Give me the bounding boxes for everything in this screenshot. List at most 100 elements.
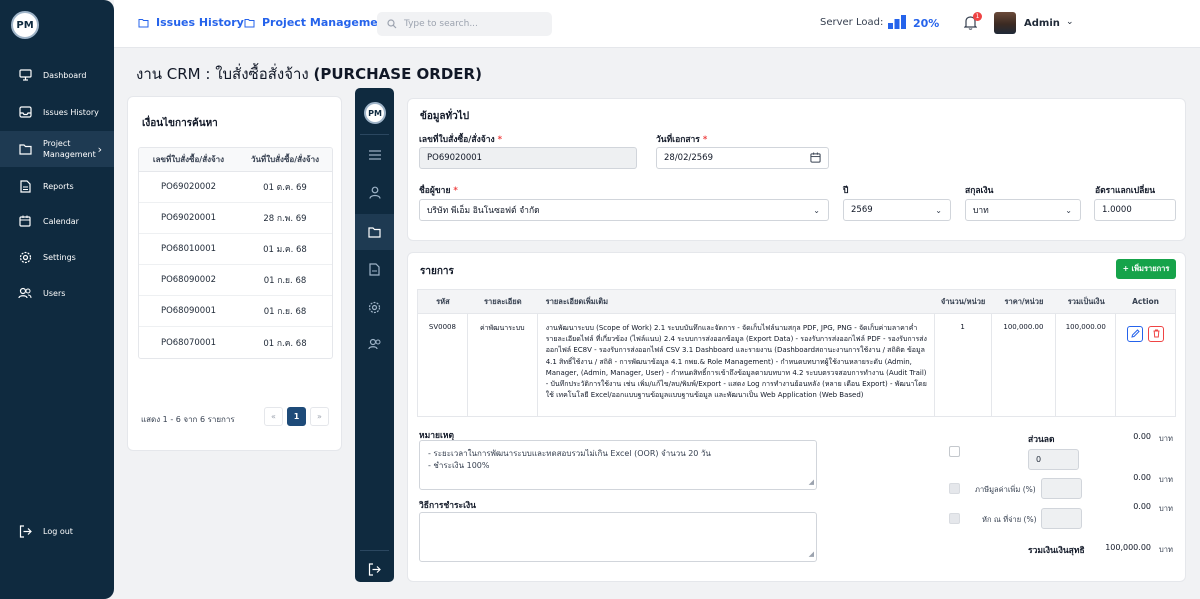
- net-total-label: รวมเงินเงินสุทธิ: [1028, 546, 1085, 556]
- app-logo[interactable]: PM: [11, 11, 39, 39]
- rail-logo[interactable]: PM: [364, 102, 386, 124]
- search-panel-title: เงื่อนไขการค้นหา: [142, 118, 218, 129]
- breadcrumb-issues-history[interactable]: Issues History: [138, 16, 244, 29]
- sidebar-item-project-management[interactable]: Project Management ›: [0, 131, 114, 167]
- trash-icon: [1152, 329, 1161, 340]
- pagination-summary: แสดง 1 - 6 จาก 6 รายการ: [141, 415, 235, 424]
- folder-icon: [18, 142, 32, 156]
- po-no-field[interactable]: PO69020001: [419, 147, 637, 169]
- users-icon: [18, 286, 32, 300]
- logout-button[interactable]: Log out: [0, 513, 114, 549]
- column-header-po-date: วันที่ใบสั่งซื้อ/สั่งจ้าง: [250, 155, 319, 164]
- sidebar-item-dashboard[interactable]: Dashboard: [0, 57, 114, 93]
- column-header-code: รหัส: [436, 296, 450, 306]
- vat-amount: 0.00: [1133, 473, 1151, 482]
- po-no: PO69020001: [160, 213, 217, 223]
- logout-label: Log out: [43, 526, 73, 536]
- calendar-icon[interactable]: [810, 152, 821, 166]
- doc-date-field[interactable]: 28/02/2569: [656, 147, 829, 169]
- pagination-prev-button[interactable]: «: [264, 407, 283, 426]
- discount-input[interactable]: 0: [1028, 449, 1079, 470]
- currency-unit: บาท: [1159, 545, 1173, 554]
- calendar-icon: [18, 214, 32, 228]
- search-input[interactable]: Type to search...: [377, 12, 552, 36]
- sidebar-item-users[interactable]: Users: [0, 275, 114, 311]
- column-header-qty: จำนวน/หน่วย: [940, 296, 986, 306]
- chevron-down-icon: ⌄: [813, 205, 820, 215]
- po-date: 28 ก.พ. 69: [263, 214, 307, 224]
- breadcrumb-project-management[interactable]: Project Management: [244, 16, 391, 29]
- server-load-value: 20%: [913, 17, 940, 30]
- label-line-2: Management: [43, 150, 96, 159]
- table-row[interactable]: PO68090001 01 ก.ย. 68: [139, 296, 332, 327]
- doc-date-value: 28/02/2569: [664, 153, 713, 163]
- payment-method-textarea[interactable]: ◢: [419, 512, 817, 562]
- table-row[interactable]: PO69020001 28 ก.พ. 69: [139, 203, 332, 234]
- table-header: เลขที่ใบสั่งซื้อ/สั่งจ้าง วันที่ใบสั่งซื…: [139, 148, 332, 172]
- user-icon[interactable]: [355, 174, 394, 210]
- folder-icon: [244, 18, 255, 28]
- edit-button[interactable]: [1127, 326, 1144, 342]
- pagination-next-button[interactable]: »: [310, 407, 329, 426]
- wht-checkbox[interactable]: [949, 513, 960, 524]
- delete-button[interactable]: [1148, 326, 1165, 342]
- add-item-button[interactable]: + เพิ่มรายการ: [1116, 259, 1176, 279]
- resize-handle-icon[interactable]: ◢: [809, 476, 814, 488]
- item-qty: 1: [935, 314, 992, 417]
- item-total: 100,000.00: [1056, 314, 1117, 417]
- breadcrumb-label: Project Management: [262, 16, 391, 29]
- resize-handle-icon[interactable]: ◢: [809, 548, 814, 560]
- required-mark: *: [702, 135, 708, 145]
- sidebar: PM Dashboard Issues History Project Manag…: [0, 0, 114, 599]
- po-no: PO68070001: [160, 337, 217, 348]
- vat-checkbox[interactable]: [949, 483, 960, 494]
- po-no: PO68090001: [160, 306, 217, 316]
- sidebar-item-settings[interactable]: Settings: [0, 239, 114, 275]
- vendor-label-text: ชื่อผู้ขาย: [419, 186, 451, 196]
- currency-unit: บาท: [1159, 434, 1173, 443]
- po-date: 01 ก.ย. 68: [263, 307, 307, 317]
- pagination-page-button[interactable]: 1: [287, 407, 306, 426]
- sidebar-item-calendar[interactable]: Calendar: [0, 203, 114, 239]
- item-actions: [1116, 314, 1175, 417]
- menu-icon[interactable]: [355, 137, 394, 173]
- sidebar-item-reports[interactable]: Reports: [0, 168, 114, 204]
- monitor-icon: [18, 68, 32, 82]
- currency-select[interactable]: บาท ⌄: [965, 199, 1081, 221]
- currency-label: สกุลเงิน: [965, 186, 994, 196]
- notes-line: - ระยะเวลาในการพัฒนาระบบและทดสอบรวมไม่เก…: [428, 449, 711, 458]
- chevron-right-icon: ›: [97, 142, 102, 156]
- sidebar-item-label: Reports: [43, 181, 74, 191]
- notification-badge: 1: [973, 12, 982, 21]
- po-date: 01 ม.ค. 68: [263, 245, 307, 255]
- notes-textarea[interactable]: - ระยะเวลาในการพัฒนาระบบและทดสอบรวมไม่เก…: [419, 440, 817, 490]
- required-mark: *: [453, 186, 458, 196]
- table-row: SV0008 ค่าพัฒนาระบบ งานพัฒนาระบบ (Scope …: [418, 314, 1175, 417]
- exchange-rate-field[interactable]: 1.0000: [1094, 199, 1176, 221]
- chevron-down-icon[interactable]: ⌄: [1066, 17, 1074, 27]
- wht-input[interactable]: [1041, 508, 1082, 529]
- gear-icon[interactable]: [355, 289, 394, 325]
- user-name[interactable]: Admin: [1024, 18, 1060, 29]
- folder-icon: [138, 18, 149, 28]
- doc-date-label-text: วันที่เอกสาร: [656, 135, 700, 145]
- vendor-select[interactable]: บริษัท พีเอ็ม อินโนซอฟต์ จำกัด ⌄: [419, 199, 829, 221]
- table-row[interactable]: PO68070001 01 ก.ค. 68: [139, 327, 332, 358]
- logout-icon[interactable]: [355, 551, 394, 587]
- table-row[interactable]: PO69020002 01 ต.ค. 69: [139, 172, 332, 203]
- discount-checkbox[interactable]: [949, 446, 960, 457]
- item-extra-detail: งานพัฒนาระบบ (Scope of Work) 2.1 ระบบบัน…: [538, 314, 935, 417]
- table-row[interactable]: PO68010001 01 ม.ค. 68: [139, 234, 332, 265]
- year-select[interactable]: 2569 ⌄: [843, 199, 951, 221]
- sidebar-item-label: Dashboard: [43, 70, 87, 80]
- users-icon[interactable]: [355, 326, 394, 362]
- discount-amount: 0.00: [1133, 432, 1151, 441]
- vat-input[interactable]: [1041, 478, 1082, 499]
- sidebar-item-issues-history[interactable]: Issues History: [0, 94, 114, 130]
- avatar[interactable]: [994, 12, 1016, 34]
- document-icon[interactable]: [355, 251, 394, 287]
- folder-icon[interactable]: [355, 214, 394, 250]
- table-row[interactable]: PO68090002 01 ก.ย. 68: [139, 265, 332, 296]
- sidebar-item-label: Issues History: [43, 107, 99, 117]
- net-total-amount: 100,000.00: [1105, 543, 1151, 552]
